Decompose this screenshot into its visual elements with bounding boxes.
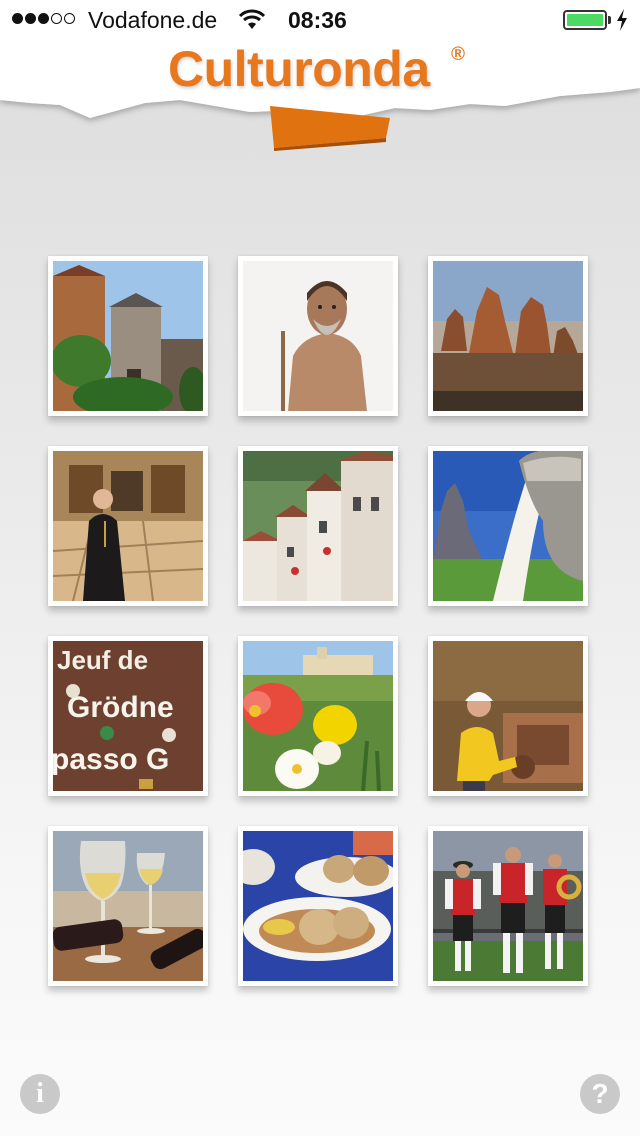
tile-mountains[interactable] (428, 256, 588, 416)
info-button[interactable]: i (20, 1074, 60, 1114)
village-houses-photo-icon (243, 451, 393, 601)
wine-photo-icon (53, 831, 203, 981)
milk-pour-photo-icon (433, 451, 583, 601)
miner-photo-icon (433, 641, 583, 791)
flower-garden-photo-icon (243, 641, 393, 791)
tile-castle[interactable] (48, 256, 208, 416)
tile-monk[interactable] (48, 446, 208, 606)
tile-food[interactable] (238, 826, 398, 986)
signs-text-line2: Grödne (67, 691, 174, 724)
battery-tip (608, 16, 611, 24)
tile-milk[interactable] (428, 446, 588, 606)
dumplings-photo-icon (243, 831, 393, 981)
signs-text-line3: passo G (53, 743, 169, 776)
carrier-name: Vodafone.de (88, 7, 218, 33)
signs-photo-icon: Jeuf de Grödne passo G (53, 641, 203, 791)
app-header: Vodafone.de 08:36 Culturonda ® (0, 0, 640, 160)
app-logo-text: Culturonda (168, 41, 430, 97)
battery-icon (563, 10, 607, 30)
tile-garden[interactable] (238, 636, 398, 796)
tile-wine[interactable] (48, 826, 208, 986)
tile-language[interactable]: Jeuf de Grödne passo G (48, 636, 208, 796)
bookmark-ribbon-icon (270, 106, 390, 151)
wifi-icon (238, 9, 266, 29)
band-photo-icon (433, 831, 583, 981)
tile-village[interactable] (238, 446, 398, 606)
charging-bolt-icon (617, 9, 627, 31)
signal-strength-icon (12, 13, 75, 24)
signs-text-line1: Jeuf de (57, 645, 148, 675)
help-button[interactable]: ? (580, 1074, 620, 1114)
registered-mark: ® (451, 44, 465, 65)
castle-photo-icon (53, 261, 203, 411)
iceman-photo-icon (243, 261, 393, 411)
tile-mining[interactable] (428, 636, 588, 796)
dolomites-photo-icon (433, 261, 583, 411)
status-time: 08:36 (288, 7, 347, 33)
status-bar: Vodafone.de 08:36 (0, 0, 640, 40)
tile-music[interactable] (428, 826, 588, 986)
tile-iceman[interactable] (238, 256, 398, 416)
monk-library-photo-icon (53, 451, 203, 601)
